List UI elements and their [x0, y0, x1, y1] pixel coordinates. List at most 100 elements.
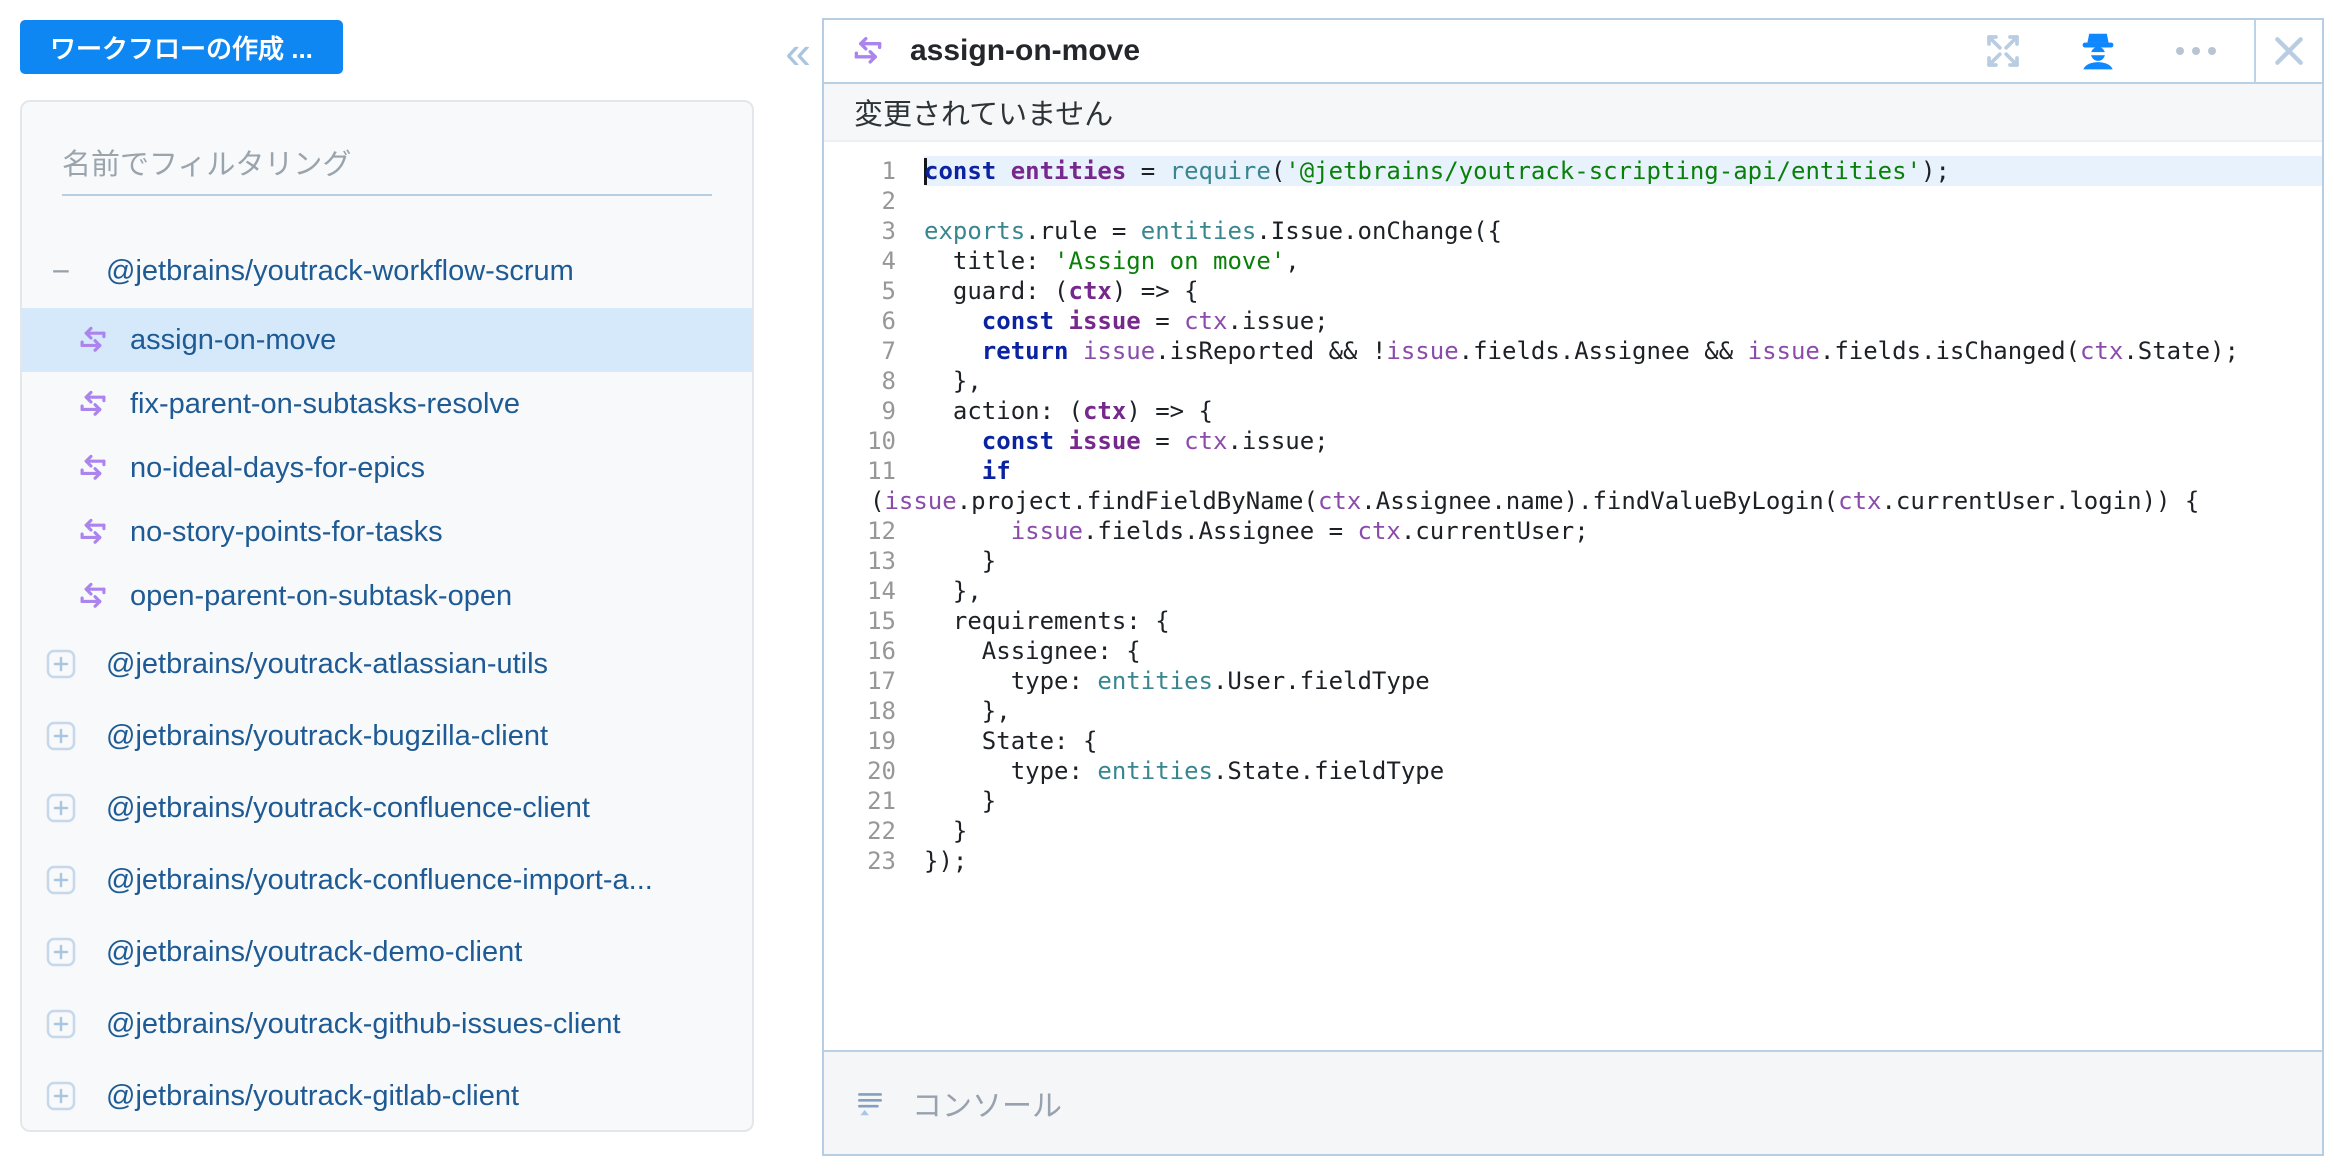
workflow-rule-no-ideal-days-for-epics[interactable]: no-ideal-days-for-epics	[22, 436, 752, 500]
code-line-1: 1 const entities = require('@jetbrains/yo…	[824, 156, 2322, 186]
collapse-sidebar-icon[interactable]: «	[768, 22, 828, 82]
editor-title: assign-on-move	[910, 34, 1141, 67]
line-number: 6	[881, 307, 896, 335]
line-number: 16	[867, 637, 896, 665]
group-label: @jetbrains/youtrack-confluence-client	[106, 791, 590, 824]
line-number: 3	[881, 217, 896, 245]
collapse-group-icon[interactable]: −	[46, 255, 76, 287]
code-line-8: 8 },	[824, 366, 2322, 396]
workflows-sidebar: −@jetbrains/youtrack-workflow-scrum assig…	[20, 100, 754, 1132]
expand-group-icon[interactable]	[46, 649, 76, 679]
workflow-rule-open-parent-on-subtask-open[interactable]: open-parent-on-subtask-open	[22, 564, 752, 628]
editor-header-actions	[1982, 29, 2254, 73]
workflow-group-3[interactable]: @jetbrains/youtrack-confluence-client	[22, 772, 752, 844]
workflow-rule-fix-parent-on-subtasks-resolve[interactable]: fix-parent-on-subtasks-resolve	[22, 372, 752, 436]
console-icon	[854, 1087, 886, 1119]
code-line-10: 10 const issue = ctx.issue;	[824, 426, 2322, 456]
code-line-3: 3 exports.rule = entities.Issue.onChange(…	[824, 216, 2322, 246]
workflow-rule-icon	[78, 581, 108, 611]
status-bar: 変更されていません	[824, 84, 2322, 142]
line-number: 14	[867, 577, 896, 605]
line-number: 22	[867, 817, 896, 845]
console-bar[interactable]: コンソール	[824, 1050, 2322, 1154]
group-label: @jetbrains/youtrack-atlassian-utils	[106, 647, 549, 680]
expand-group-icon[interactable]	[46, 937, 76, 967]
workflow-rule-no-story-points-for-tasks[interactable]: no-story-points-for-tasks	[22, 500, 752, 564]
code-line-18: 18 },	[824, 696, 2322, 726]
rule-label: open-parent-on-subtask-open	[130, 579, 513, 612]
group-label: @jetbrains/youtrack-demo-client	[106, 935, 523, 968]
expand-group-icon[interactable]	[46, 1081, 76, 1111]
group-label: @jetbrains/youtrack-workflow-scrum	[106, 254, 574, 287]
code-line-22: 22 }	[824, 816, 2322, 846]
line-number: 10	[867, 427, 896, 455]
workflow-group-6[interactable]: @jetbrains/youtrack-github-issues-client	[22, 988, 752, 1060]
line-number: 12	[867, 517, 896, 545]
code-editor[interactable]: 1 const entities = require('@jetbrains/yo…	[824, 142, 2322, 1050]
rule-label: no-ideal-days-for-epics	[130, 451, 425, 484]
close-icon[interactable]	[2256, 20, 2322, 82]
line-number: 1	[881, 157, 896, 185]
expand-group-icon[interactable]	[46, 721, 76, 751]
line-number: 13	[867, 547, 896, 575]
code-line-13: 13 }	[824, 546, 2322, 576]
group-label: @jetbrains/youtrack-confluence-import-a.…	[106, 863, 653, 896]
workflow-group-5[interactable]: @jetbrains/youtrack-demo-client	[22, 916, 752, 988]
line-number: 23	[867, 847, 896, 875]
code-line-5: 5 guard: (ctx) => {	[824, 276, 2322, 306]
workflow-group-4[interactable]: @jetbrains/youtrack-confluence-import-a.…	[22, 844, 752, 916]
editor-header: assign-on-move	[824, 20, 2322, 84]
code-line-11-wrap: (issue.project.findFieldByName(ctx.Assig…	[870, 487, 2200, 515]
expand-group-icon[interactable]	[46, 1009, 76, 1039]
group-label: @jetbrains/youtrack-bugzilla-client	[106, 719, 549, 752]
line-number: 5	[881, 277, 896, 305]
workflow-group-7[interactable]: @jetbrains/youtrack-gitlab-client	[22, 1060, 752, 1130]
code-line-9: 9 action: (ctx) => {	[824, 396, 2322, 426]
line-number: 15	[867, 607, 896, 635]
group-label: @jetbrains/youtrack-github-issues-client	[106, 1007, 621, 1040]
editor-panel: assign-on-move 変更されていません 1 const entitie…	[822, 18, 2324, 1156]
rule-label: no-story-points-for-tasks	[130, 515, 443, 548]
code-line-12: 12 issue.fields.Assignee = ctx.currentUs…	[824, 516, 2322, 546]
workflows-page: ワークフローの作成 ... « −@jetbrains/youtrack-wor…	[0, 0, 2334, 1174]
code-line-2: 2	[824, 186, 2322, 216]
code-line-23: 23});	[824, 846, 2322, 876]
code-line-7: 7 return issue.isReported && !issue.fiel…	[824, 336, 2322, 366]
line-number: 2	[881, 187, 896, 215]
code-line-15: 15 requirements: {	[824, 606, 2322, 636]
workflow-rule-icon	[852, 35, 884, 67]
filter-input[interactable]	[62, 136, 712, 194]
code-line-6: 6 const issue = ctx.issue;	[824, 306, 2322, 336]
expand-group-icon[interactable]	[46, 793, 76, 823]
expand-group-icon[interactable]	[46, 865, 76, 895]
rule-label: assign-on-move	[130, 323, 337, 356]
line-number: 9	[881, 397, 896, 425]
workflow-rule-icon	[78, 517, 108, 547]
workflow-group-2[interactable]: @jetbrains/youtrack-bugzilla-client	[22, 700, 752, 772]
code-line-19: 19 State: {	[824, 726, 2322, 756]
filter-field	[62, 136, 712, 196]
workflow-group-1[interactable]: @jetbrains/youtrack-atlassian-utils	[22, 628, 752, 700]
workflow-rule-icon	[78, 453, 108, 483]
workflow-rule-icon	[78, 389, 108, 419]
workflow-rule-assign-on-move[interactable]: assign-on-move	[22, 308, 752, 372]
line-number: 4	[881, 247, 896, 275]
line-number: 8	[881, 367, 896, 395]
workflow-rule-icon	[78, 325, 108, 355]
status-message: 変更されていません	[854, 99, 1114, 131]
line-number: 7	[881, 337, 896, 365]
debug-icon[interactable]	[2076, 29, 2120, 73]
line-number: 17	[867, 667, 896, 695]
fullscreen-icon[interactable]	[1982, 30, 2024, 72]
create-workflow-button[interactable]: ワークフローの作成 ...	[20, 20, 343, 74]
line-number: 19	[867, 727, 896, 755]
more-options-icon[interactable]	[2172, 43, 2220, 59]
code-line-17: 17 type: entities.User.fieldType	[824, 666, 2322, 696]
workflow-group-0[interactable]: − @jetbrains/youtrack-workflow-scrum	[22, 234, 752, 308]
code-line-14: 14 },	[824, 576, 2322, 606]
code-line-21: 21 }	[824, 786, 2322, 816]
line-number: 11	[867, 457, 896, 485]
code-line-20: 20 type: entities.State.fieldType	[824, 756, 2322, 786]
workflows-tree: − @jetbrains/youtrack-workflow-scrum assig…	[22, 234, 752, 1130]
rule-label: fix-parent-on-subtasks-resolve	[130, 387, 521, 420]
